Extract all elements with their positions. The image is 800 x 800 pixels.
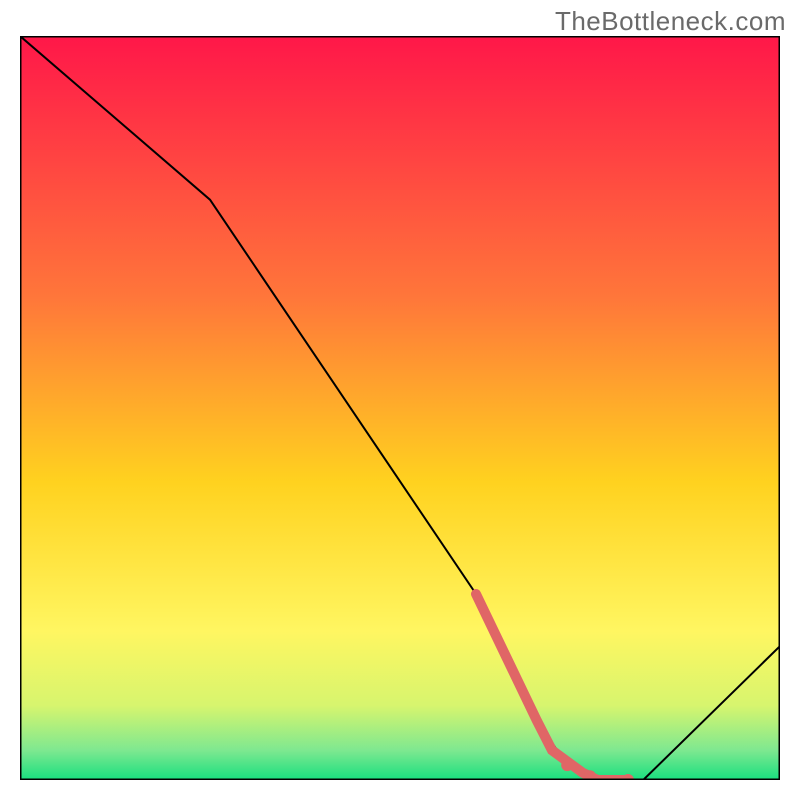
watermark-text: TheBottleneck.com [555,6,786,37]
highlight-dot [561,759,573,771]
gradient-background [20,36,780,780]
bottleneck-chart [20,36,780,780]
plot-frame [20,36,780,780]
chart-stage: TheBottleneck.com [0,0,800,800]
